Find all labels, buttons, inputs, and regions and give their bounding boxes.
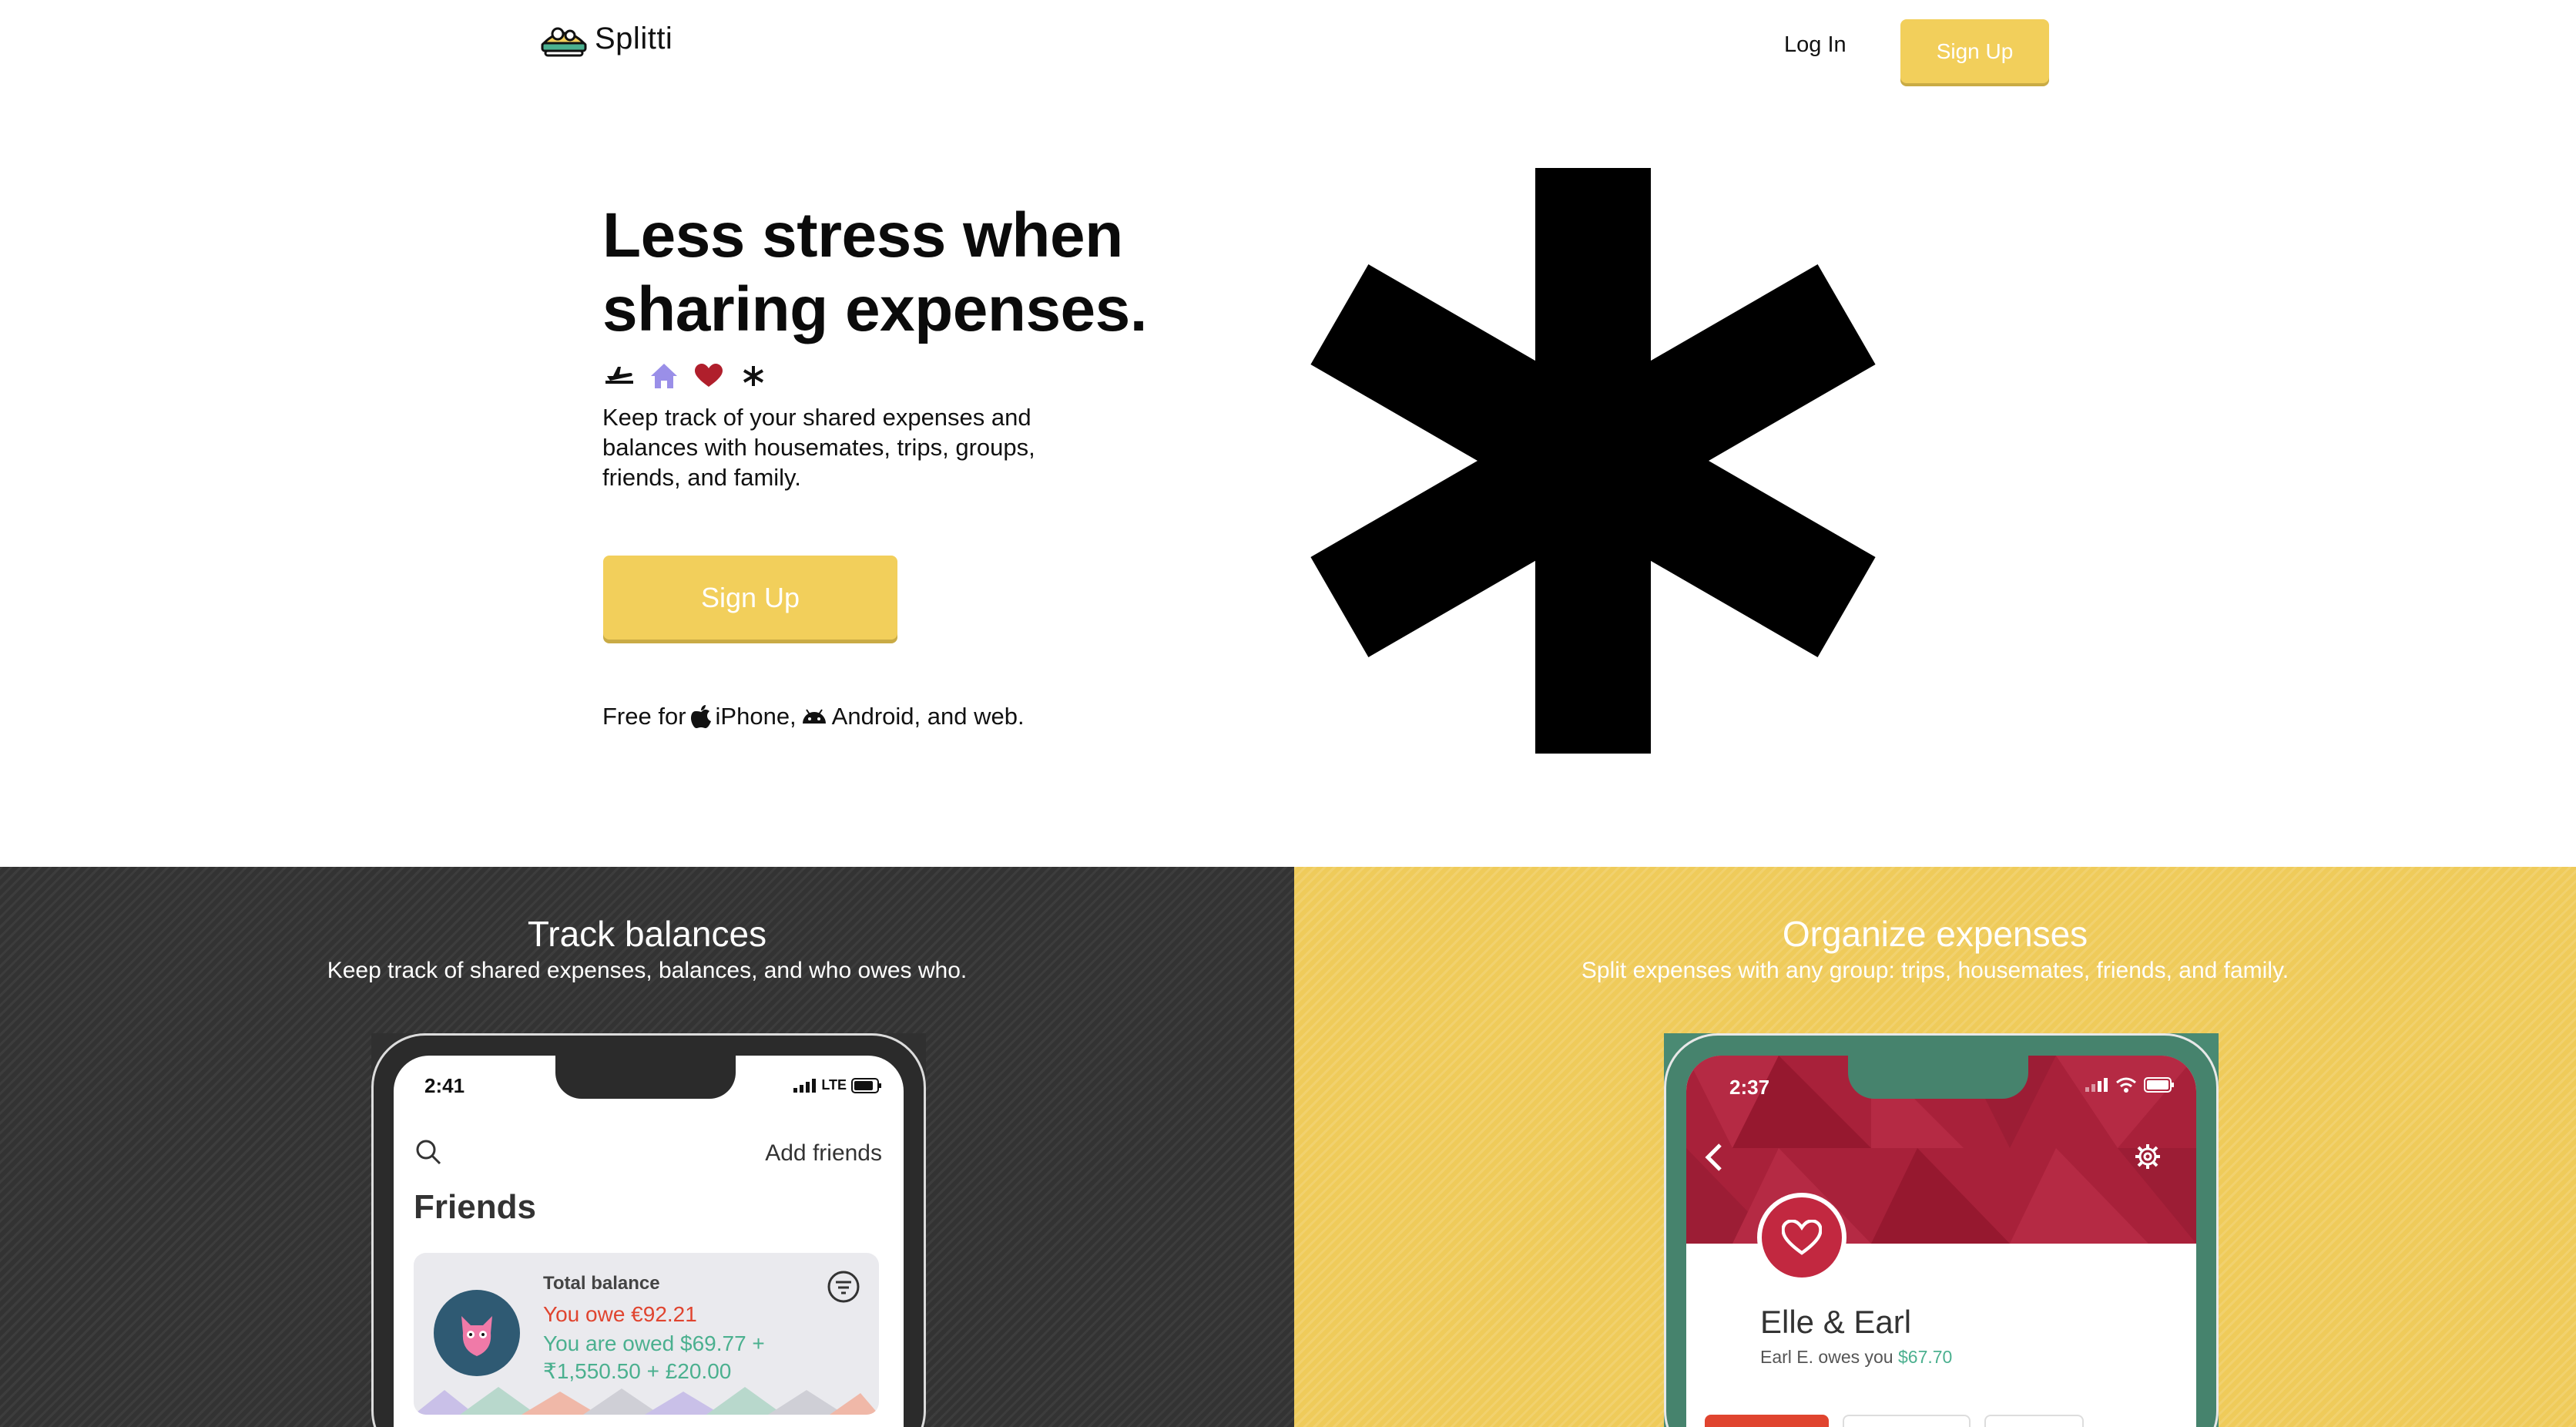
battery-icon	[2144, 1077, 2174, 1093]
filter-icon[interactable]	[827, 1270, 860, 1304]
friends-heading: Friends	[414, 1188, 536, 1226]
signal-icon	[793, 1078, 817, 1093]
hero-description: Keep track of your shared expenses and b…	[602, 404, 1035, 491]
signup-button-header[interactable]: Sign Up	[1900, 19, 2049, 83]
phone-mockup-group: 2:37 Elle & Earl Earl E. owes you $67.70…	[1664, 1033, 2219, 1427]
hero-title: Less stress when sharing expenses.	[602, 199, 1148, 347]
status-time: 2:37	[1729, 1076, 1770, 1099]
group-name: Elle & Earl	[1760, 1304, 1912, 1340]
android-icon	[802, 709, 826, 724]
feature-organize-expenses: Organize expenses Split expenses with an…	[1294, 867, 2576, 1427]
decorative-triangle-strip	[414, 1387, 879, 1415]
platforms-prefix: Free for	[602, 703, 686, 730]
search-icon[interactable]	[415, 1139, 441, 1165]
airplane-icon	[602, 359, 636, 393]
asterisk-icon	[736, 359, 770, 393]
feature-track-balances: Track balances Keep track of shared expe…	[0, 867, 1294, 1427]
feature-title: Track balances	[527, 914, 767, 954]
balances-tab[interactable]: Balances	[1843, 1415, 1971, 1427]
status-bar	[2085, 1077, 2175, 1093]
status-time: 2:41	[424, 1074, 465, 1097]
logo-icon	[541, 27, 587, 57]
group-balance-summary: Earl E. owes you $67.70	[1760, 1347, 1952, 1368]
feature-subtitle: Split expenses with any group: trips, ho…	[1581, 958, 2289, 983]
wifi-icon	[2116, 1077, 2136, 1093]
back-arrow-icon[interactable]	[1703, 1142, 1723, 1173]
platform-iphone: iPhone,	[715, 703, 797, 730]
phone-notch	[1848, 1056, 2028, 1099]
feature-subtitle: Keep track of shared expenses, balances,…	[327, 958, 968, 983]
dragon-avatar-icon	[461, 1316, 492, 1356]
you-owe-text: You owe €92.21	[543, 1302, 697, 1326]
settle-up-button[interactable]: Settle up	[1705, 1415, 1830, 1427]
you-are-owed-text: You are owed $69.77 + ₹1,550.50 + £20.00	[543, 1331, 765, 1383]
signal-icon	[2085, 1078, 2108, 1092]
feature-title: Organize expenses	[1782, 914, 2088, 954]
login-link[interactable]: Log In	[1784, 32, 1846, 58]
phone-mockup-friends: 2:41 LTE Add friends Friends Total balan…	[371, 1033, 926, 1427]
house-icon	[647, 359, 681, 393]
owes-amount: $67.70	[1897, 1347, 1953, 1367]
add-friends-button[interactable]: Add friends	[765, 1140, 882, 1167]
gear-icon[interactable]	[2135, 1143, 2161, 1170]
status-bar: LTE	[793, 1077, 882, 1093]
avatar	[434, 1290, 520, 1376]
heart-icon	[1782, 1220, 1822, 1255]
hero-asterisk-graphic	[1310, 168, 1876, 754]
hero-title-line1: Less stress when	[602, 200, 1123, 270]
site-header: Splitti Log In Sign Up	[0, 0, 2576, 100]
platform-android: Android, and web.	[831, 703, 1025, 730]
network-label: LTE	[821, 1077, 847, 1093]
total-balance-card[interactable]: Total balance You owe €92.21 You are owe…	[414, 1253, 879, 1415]
group-avatar	[1757, 1193, 1846, 1282]
brand-name: Splitti	[595, 21, 673, 55]
apple-icon	[690, 705, 711, 728]
phone-notch	[555, 1056, 736, 1099]
hero-icon-row	[602, 359, 770, 393]
platforms-line: Free for iPhone, Android, and web.	[602, 703, 1025, 730]
battery-icon	[851, 1077, 881, 1093]
total-balance-label: Total balance	[543, 1273, 660, 1294]
logo[interactable]: Splitti	[539, 17, 673, 60]
group-action-tabs: Settle up Balances Totals	[1705, 1415, 2084, 1427]
phone-screen: 2:41 LTE Add friends Friends Total balan…	[394, 1056, 904, 1427]
totals-tab[interactable]: Totals	[1984, 1415, 2084, 1427]
signup-button-hero[interactable]: Sign Up	[603, 556, 897, 640]
heart-icon	[692, 359, 726, 393]
owes-text: Earl E. owes you	[1760, 1347, 1893, 1367]
hero-title-line2: sharing expenses.	[602, 274, 1148, 344]
phone-screen: 2:37 Elle & Earl Earl E. owes you $67.70…	[1686, 1056, 2196, 1427]
